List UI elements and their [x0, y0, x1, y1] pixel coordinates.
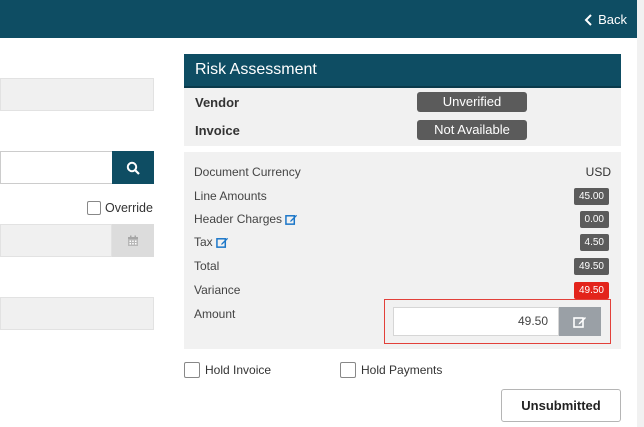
amount-edit-button[interactable]: [559, 307, 601, 336]
header-charges-value: 0.00: [579, 211, 609, 228]
invoice-label: Invoice: [195, 123, 240, 138]
risk-assessment-title: Risk Assessment: [184, 54, 621, 88]
tax-row: Tax: [194, 235, 229, 249]
hold-payments-checkbox[interactable]: Hold Payments: [340, 362, 442, 378]
search-input[interactable]: [0, 151, 112, 184]
override-checkbox-box[interactable]: [87, 201, 101, 215]
total-label: Total: [194, 259, 220, 273]
document-currency-label: Document Currency: [194, 165, 301, 179]
vendor-label: Vendor: [195, 95, 240, 110]
search-button[interactable]: [112, 151, 154, 184]
hold-invoice-label: Hold Invoice: [205, 363, 272, 377]
tax-label: Tax: [194, 235, 213, 249]
amount-label: Amount: [194, 307, 236, 321]
edit-icon: [573, 316, 586, 328]
edit-icon[interactable]: [215, 236, 229, 249]
edit-icon[interactable]: [285, 213, 298, 226]
risk-assessment-panel: Risk Assessment Vendor Unverified Invoic…: [184, 54, 621, 146]
search-icon: [126, 161, 140, 175]
chevron-left-icon: [584, 13, 592, 26]
document-currency-value: USD: [585, 165, 611, 179]
header-charges-label: Header Charges: [194, 212, 283, 226]
totals-panel: Document Currency USD Line Amounts 45.00…: [184, 152, 621, 349]
top-bar: Back: [0, 0, 637, 38]
hold-payments-box[interactable]: [340, 362, 356, 378]
line-amounts-label: Line Amounts: [194, 189, 267, 203]
tax-value: 4.50: [579, 234, 609, 251]
override-label: Override: [105, 201, 153, 215]
unsubmitted-button[interactable]: Unsubmitted: [501, 389, 621, 422]
line-amounts-value: 45.00: [573, 188, 609, 205]
total-value: 49.50: [573, 258, 609, 275]
vendor-status-badge: Unverified: [417, 92, 527, 112]
hold-invoice-checkbox[interactable]: Hold Invoice: [184, 362, 271, 378]
amount-input[interactable]: 49.50: [393, 307, 559, 336]
invoice-status-badge: Not Available: [417, 120, 527, 140]
calendar-button[interactable]: [112, 224, 154, 257]
variance-label: Variance: [194, 283, 241, 297]
date-field[interactable]: [0, 224, 112, 257]
scrollbar-track[interactable]: [637, 0, 644, 427]
hold-invoice-box[interactable]: [184, 362, 200, 378]
text-field-1[interactable]: [0, 78, 154, 111]
override-checkbox[interactable]: Override: [87, 201, 153, 215]
calendar-icon: [128, 235, 138, 246]
header-charges-row: Header Charges: [194, 212, 298, 226]
variance-value: 49.50: [573, 282, 609, 299]
amount-highlight: 49.50: [384, 299, 611, 344]
hold-payments-label: Hold Payments: [361, 363, 443, 377]
back-label: Back: [598, 12, 627, 27]
text-field-2[interactable]: [0, 297, 154, 330]
back-button[interactable]: Back: [584, 12, 627, 27]
